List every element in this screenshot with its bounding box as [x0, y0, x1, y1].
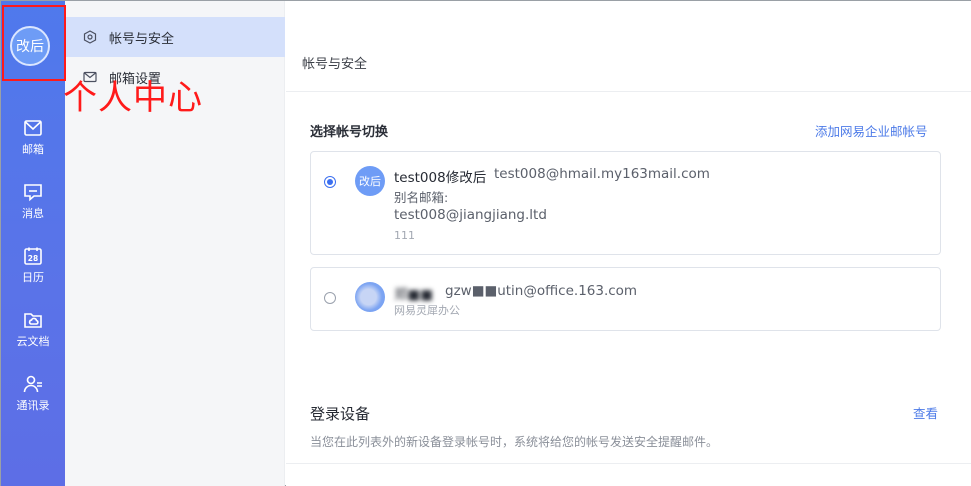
account-card[interactable]: 郑■■ gzw■■utin@office.163.com 网易灵犀办公 — [310, 267, 941, 331]
mail-icon — [24, 120, 42, 136]
alias-email: test008@jiangjiang.ltd — [394, 207, 547, 223]
calendar-badge: 28 — [28, 254, 38, 263]
account-name: test008修改后 — [394, 170, 487, 186]
settings-menu: 帐号与安全 邮箱设置 — [65, 1, 285, 486]
account-email: test008@hmail.my163mail.com — [494, 166, 710, 182]
account-card[interactable]: 改后 test008修改后 test008@hmail.my163mail.co… — [310, 151, 941, 255]
menu-item-account-security[interactable]: 帐号与安全 — [65, 17, 285, 57]
rail-item-label: 通讯录 — [16, 399, 50, 412]
login-devices-description: 当您在此列表外的新设备登录帐号时，系统将给您的帐号发送安全提醒邮件。 — [310, 435, 719, 449]
login-devices-title: 登录设备 — [310, 405, 371, 423]
account-avatar — [355, 282, 385, 312]
account-name: 郑■■ — [394, 287, 434, 303]
account-radio[interactable] — [324, 292, 336, 304]
message-icon — [24, 184, 42, 202]
switch-section-title: 选择帐号切换 — [310, 125, 389, 140]
divider — [286, 91, 971, 92]
account-radio[interactable] — [324, 176, 336, 188]
account-org: 网易灵犀办公 — [394, 304, 460, 317]
account-email: gzw■■utin@office.163.com — [445, 283, 638, 299]
page-title: 帐号与安全 — [302, 57, 368, 72]
account-extra: 111 — [394, 229, 415, 242]
rail-item-label: 日历 — [22, 271, 44, 284]
rail-item-message[interactable]: 消息 — [1, 181, 65, 227]
main-panel: 帐号与安全 选择帐号切换 添加网易企业邮帐号 改后 test008修改后 tes… — [286, 1, 971, 486]
cloud-doc-icon — [24, 313, 42, 328]
rail-item-calendar[interactable]: 28 日历 — [1, 245, 65, 291]
rail-item-label: 消息 — [22, 207, 44, 220]
rail-item-label: 邮箱 — [22, 143, 44, 156]
rail-item-contacts[interactable]: 通讯录 — [1, 373, 65, 419]
shield-icon — [83, 30, 97, 44]
account-avatar: 改后 — [355, 166, 385, 196]
rail-item-mail[interactable]: 邮箱 — [1, 117, 65, 163]
calendar-icon: 28 — [24, 247, 42, 265]
view-devices-link[interactable]: 查看 — [913, 403, 938, 422]
add-account-link[interactable]: 添加网易企业邮帐号 — [815, 121, 928, 140]
annotation-box — [2, 5, 66, 81]
menu-item-label: 帐号与安全 — [109, 31, 175, 47]
rail-item-cloud-doc[interactable]: 云文档 — [1, 309, 65, 355]
annotation-label: 个人中心 — [63, 78, 203, 118]
contacts-icon — [23, 375, 42, 393]
divider — [286, 463, 971, 464]
alias-label: 别名邮箱: — [394, 190, 449, 205]
rail-item-label: 云文档 — [16, 335, 50, 348]
